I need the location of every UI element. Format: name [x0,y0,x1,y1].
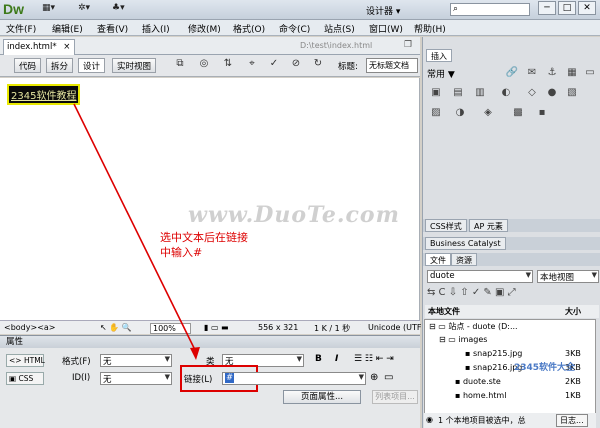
chevron-down-icon: ▼ [525,271,531,279]
tree-item-label: home.html [462,391,507,400]
log-button[interactable]: 日志... [556,414,588,427]
image-icon[interactable]: ▣ [429,87,443,101]
tree-item[interactable]: ⊟ ▭ 站点 - duote (D:... [429,321,518,334]
tree-item-size: 1KB [565,391,581,400]
css-ap-panel-header: CSS样式 AP 元素 [423,219,600,232]
snippet-icon[interactable]: ◑ [453,107,467,121]
tree-item-label: 站点 - duote (D:... [448,322,518,331]
view-select[interactable]: 本地视图 ▼ [537,270,599,283]
table-icon[interactable]: ▦ [565,67,579,81]
spry-icon[interactable]: ▩ [511,107,525,121]
files-header: 本地文件 大小 [425,305,599,318]
server-icon[interactable]: ◐ [499,87,513,101]
css-styles-tab[interactable]: CSS样式 [425,219,467,232]
arrow-head [190,347,200,360]
status-info-icon: ◉ [426,415,433,424]
site-value: duote [430,271,455,281]
tree-item-label: snap215.jpg [472,349,523,358]
arrow-line [73,103,197,353]
tree-item-label: images [458,335,488,344]
tree-item-label: duote.ste [462,377,501,386]
view-value: 本地视图 [540,273,575,283]
insert-panel-tab[interactable]: 插入 [426,49,452,62]
email-icon[interactable]: ✉ [525,67,539,81]
tree-item-size: 2KB [565,377,581,386]
files-tab[interactable]: 文件 [425,253,451,266]
widget-icon[interactable]: ▪ [535,107,549,121]
media-icon[interactable]: ▤ [451,87,465,101]
div-icon[interactable]: ▭ [583,67,597,81]
files-status-text: 1 个本地项目被选中，总 [438,416,526,425]
ap-elements-tab[interactable]: AP 元素 [469,219,508,232]
tag-chooser-icon[interactable]: ◈ [481,107,495,121]
site-select[interactable]: duote ▼ [427,270,533,283]
local-files-column: 本地文件 [428,307,460,316]
tree-item[interactable]: ▪ duote.ste [455,377,501,390]
business-catalyst-tab[interactable]: Business Catalyst [425,237,506,250]
bc-panel-header: Business Catalyst [423,237,600,250]
tree-item[interactable]: ▪ home.html [455,391,506,404]
template-icon[interactable]: ▨ [429,107,443,121]
files-status-bar: ◉ 1 个本地项目被选中，总 日志... [424,413,596,428]
files-toolbar[interactable]: ⇆ C ⇩ ⇧ ✓ ✎ ▣ ⤢ [427,287,516,298]
date-icon[interactable]: ▥ [473,87,487,101]
comment-icon[interactable]: ◇ [525,87,539,101]
tree-item[interactable]: ⊟ ▭ images [439,335,487,348]
assets-tab[interactable]: 资源 [451,253,477,266]
chevron-down-icon: ▼ [591,271,597,279]
script-icon[interactable]: ▧ [565,87,579,101]
watermark-logo-text: 2345软件大全 [514,363,576,373]
anchor-icon[interactable]: ⚓ [545,67,559,81]
head-icon[interactable]: ● [545,87,559,101]
size-column: 大小 [565,307,581,316]
insert-icon-grid: 🔗 ✉ ⚓ ▦ ▭ ▣ ▤ ▥ ◐ ◇ ● ▧ ▨ ◑ ◈ ▩ ▪ [423,65,600,145]
hyperlink-icon[interactable]: 🔗 [505,67,519,81]
files-panel-header: 文件 资源 [423,253,600,266]
